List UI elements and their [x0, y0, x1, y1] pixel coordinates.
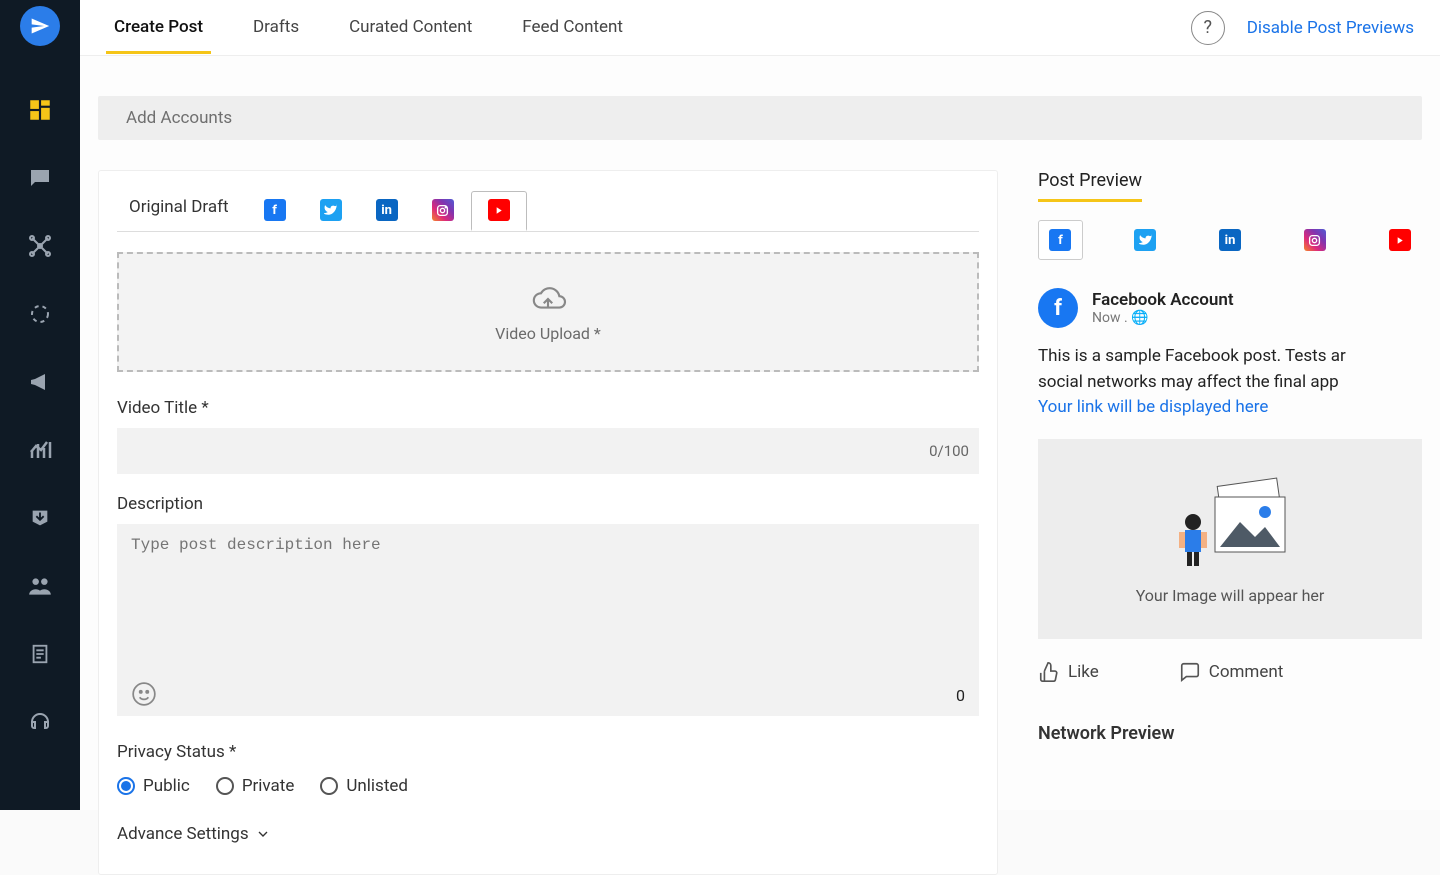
- add-accounts-bar[interactable]: Add Accounts: [98, 96, 1422, 140]
- support-icon[interactable]: [26, 708, 54, 736]
- tab-curated-content[interactable]: Curated Content: [341, 1, 480, 54]
- tab-create-post[interactable]: Create Post: [106, 1, 211, 54]
- facebook-icon: f: [1049, 229, 1071, 251]
- tab-feed-content[interactable]: Feed Content: [514, 1, 631, 54]
- post-preview-panel: Post Preview f in f Facebook Account Now…: [1038, 170, 1422, 875]
- preview-tab-instagram[interactable]: [1292, 220, 1337, 260]
- emoji-button[interactable]: [131, 681, 159, 709]
- description-label: Description: [117, 494, 979, 514]
- radio-public[interactable]: Public: [117, 776, 190, 796]
- tab-drafts[interactable]: Drafts: [245, 1, 307, 54]
- preview-tab-facebook[interactable]: f: [1038, 220, 1083, 260]
- image-placeholder-icon: [1165, 472, 1295, 572]
- twitter-icon: [1134, 229, 1156, 251]
- upload-label: Video Upload *: [495, 324, 601, 343]
- radio-private-label: Private: [242, 776, 295, 796]
- radio-unlisted[interactable]: Unlisted: [320, 776, 408, 796]
- advance-settings-label: Advance Settings: [117, 824, 249, 844]
- tab-facebook[interactable]: f: [247, 190, 303, 230]
- description-counter: 0: [956, 686, 965, 705]
- left-sidebar: [0, 0, 80, 810]
- linkedin-icon: in: [1219, 229, 1241, 251]
- preview-tab-youtube[interactable]: [1377, 220, 1422, 260]
- preview-tab-linkedin[interactable]: in: [1208, 220, 1253, 260]
- disable-previews-link[interactable]: Disable Post Previews: [1247, 18, 1414, 38]
- radio-private[interactable]: Private: [216, 776, 295, 796]
- preview-body-text: This is a sample Facebook post. Tests ar…: [1038, 344, 1422, 421]
- instagram-icon: [432, 199, 454, 221]
- megaphone-icon[interactable]: [26, 368, 54, 396]
- help-button[interactable]: ?: [1191, 11, 1225, 45]
- top-tabbar: Create Post Drafts Curated Content Feed …: [80, 0, 1440, 56]
- video-title-counter: 0/100: [107, 442, 969, 460]
- thumbs-up-icon: [1038, 661, 1060, 683]
- connections-icon[interactable]: [26, 232, 54, 260]
- video-title-label: Video Title *: [117, 398, 979, 418]
- messages-icon[interactable]: [26, 164, 54, 192]
- youtube-icon: [1389, 229, 1411, 251]
- team-icon[interactable]: [26, 572, 54, 600]
- download-icon[interactable]: [26, 504, 54, 532]
- privacy-status-label: Privacy Status *: [117, 742, 979, 762]
- comment-label: Comment: [1209, 662, 1284, 682]
- preview-account-name: Facebook Account: [1092, 290, 1234, 310]
- facebook-icon: f: [264, 199, 286, 221]
- youtube-icon: [488, 199, 510, 221]
- description-input[interactable]: [117, 524, 979, 674]
- like-label: Like: [1068, 662, 1099, 682]
- tab-instagram[interactable]: [415, 190, 471, 230]
- preview-timestamp: Now . 🌐: [1092, 310, 1234, 326]
- preview-title: Post Preview: [1038, 170, 1142, 202]
- preview-network-tabs: f in: [1038, 220, 1422, 260]
- chevron-down-icon: [255, 826, 271, 842]
- tab-twitter[interactable]: [303, 190, 359, 230]
- preview-tab-twitter[interactable]: [1123, 220, 1168, 260]
- app-logo[interactable]: [20, 6, 60, 46]
- dashboard-icon[interactable]: [26, 96, 54, 124]
- add-accounts-label: Add Accounts: [126, 108, 232, 128]
- network-preview-heading: Network Preview: [1038, 723, 1422, 744]
- comment-icon: [1179, 661, 1201, 683]
- emoji-icon: [131, 681, 157, 707]
- target-icon[interactable]: [26, 300, 54, 328]
- document-icon[interactable]: [26, 640, 54, 668]
- tab-original-draft[interactable]: Original Draft: [119, 189, 247, 231]
- advance-settings-toggle[interactable]: Advance Settings: [117, 824, 979, 844]
- post-editor: Original Draft f in Video Upload * Video…: [98, 170, 998, 875]
- tab-youtube[interactable]: [471, 191, 527, 231]
- analytics-icon[interactable]: [26, 436, 54, 464]
- tab-linkedin[interactable]: in: [359, 190, 415, 230]
- radio-unlisted-label: Unlisted: [346, 776, 408, 796]
- main-content: Create Post Drafts Curated Content Feed …: [80, 0, 1440, 810]
- linkedin-icon: in: [376, 199, 398, 221]
- cloud-upload-icon: [528, 282, 568, 316]
- twitter-icon: [320, 199, 342, 221]
- preview-image-caption: Your Image will appear her: [1136, 586, 1325, 605]
- preview-image-placeholder: Your Image will appear her: [1038, 439, 1422, 639]
- comment-button[interactable]: Comment: [1179, 661, 1284, 683]
- preview-link-placeholder[interactable]: Your link will be displayed here: [1038, 397, 1268, 417]
- instagram-icon: [1304, 229, 1326, 251]
- radio-public-label: Public: [143, 776, 190, 796]
- privacy-options: Public Private Unlisted: [117, 776, 979, 796]
- preview-avatar: f: [1038, 288, 1078, 328]
- network-tabs: Original Draft f in: [117, 189, 979, 232]
- like-button[interactable]: Like: [1038, 661, 1099, 683]
- video-upload-dropzone[interactable]: Video Upload *: [117, 252, 979, 372]
